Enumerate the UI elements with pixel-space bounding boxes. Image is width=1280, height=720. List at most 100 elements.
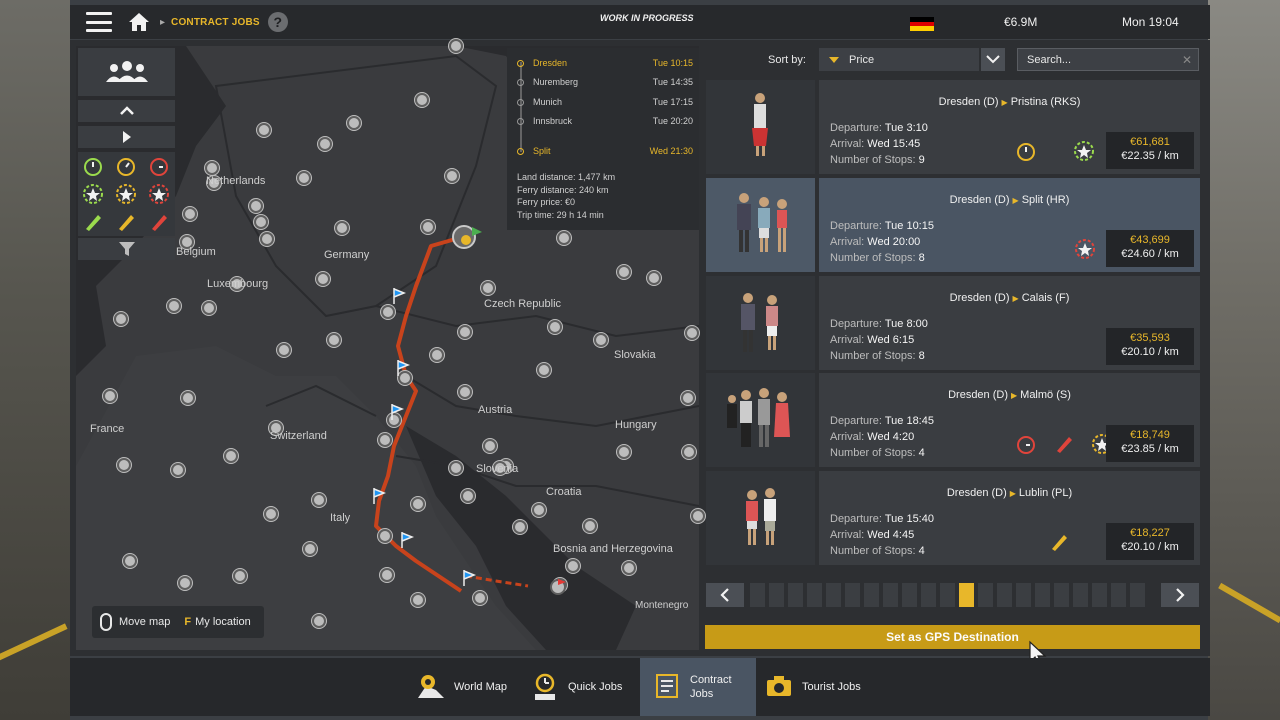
city-marker[interactable]	[181, 391, 195, 405]
page-indicator[interactable]	[845, 583, 860, 607]
company-filter-button[interactable]	[78, 48, 175, 96]
city-marker[interactable]	[303, 542, 317, 556]
city-marker[interactable]	[537, 363, 551, 377]
city-marker[interactable]	[557, 231, 571, 245]
urgent-clock-filter-icon[interactable]	[80, 154, 106, 178]
page-indicator[interactable]	[1073, 583, 1088, 607]
city-marker[interactable]	[183, 207, 197, 221]
city-marker[interactable]	[617, 265, 631, 279]
city-marker[interactable]	[114, 312, 128, 326]
breadcrumb[interactable]: CONTRACT JOBS	[171, 17, 260, 28]
city-marker[interactable]	[566, 559, 580, 573]
city-marker[interactable]	[458, 325, 472, 339]
tab-tourist-jobs[interactable]: Tourist Jobs	[764, 658, 884, 716]
job-row[interactable]: Dresden (D) ▶ Lublin (PL) Departure: Tue 1…	[706, 471, 1200, 565]
city-marker[interactable]	[682, 445, 696, 459]
filter-button[interactable]	[78, 238, 175, 260]
page-indicator[interactable]	[1130, 583, 1145, 607]
city-marker[interactable]	[347, 116, 361, 130]
city-marker[interactable]	[548, 320, 562, 334]
city-marker[interactable]	[411, 593, 425, 607]
express-clock-filter-icon[interactable]	[146, 154, 172, 178]
tab-world-map[interactable]: World Map	[416, 658, 516, 716]
city-marker[interactable]	[171, 463, 185, 477]
city-marker[interactable]	[583, 519, 597, 533]
city-marker[interactable]	[327, 333, 341, 347]
city-marker[interactable]	[381, 305, 395, 319]
fragile-green-filter-icon[interactable]	[80, 210, 106, 234]
home-icon[interactable]	[128, 12, 150, 32]
city-marker[interactable]	[481, 281, 495, 295]
job-row[interactable]: Dresden (D) ▶ Malmö (S) Departure: Tue 18:…	[706, 373, 1200, 467]
my-location-button[interactable]: My location	[195, 616, 251, 628]
city-marker[interactable]	[312, 614, 326, 628]
city-marker[interactable]	[421, 220, 435, 234]
city-marker[interactable]	[205, 161, 219, 175]
page-indicator[interactable]	[883, 583, 898, 607]
city-marker[interactable]	[103, 389, 117, 403]
fragile-red-filter-icon[interactable]	[146, 210, 172, 234]
city-marker[interactable]	[249, 199, 263, 213]
star-badge-red-filter-icon[interactable]	[146, 182, 172, 206]
page-indicator[interactable]	[864, 583, 879, 607]
city-marker[interactable]	[233, 569, 247, 583]
tab-contract-jobs[interactable]: Contract Jobs	[640, 658, 756, 716]
fragile-yellow-filter-icon[interactable]	[113, 210, 139, 234]
city-marker[interactable]	[316, 272, 330, 286]
city-marker[interactable]	[513, 520, 527, 534]
city-marker[interactable]	[260, 232, 274, 246]
city-marker[interactable]	[178, 576, 192, 590]
city-marker[interactable]	[264, 507, 278, 521]
city-marker[interactable]	[681, 391, 695, 405]
help-button[interactable]: ?	[267, 12, 288, 32]
job-row[interactable]: Dresden (D) ▶ Pristina (RKS) Departure: Tu…	[706, 80, 1200, 174]
page-indicator[interactable]	[902, 583, 917, 607]
city-marker[interactable]	[685, 326, 699, 340]
city-marker[interactable]	[622, 561, 636, 575]
page-indicator[interactable]	[1016, 583, 1031, 607]
city-marker[interactable]	[380, 568, 394, 582]
page-indicator[interactable]	[1054, 583, 1069, 607]
city-marker[interactable]	[257, 123, 271, 137]
city-marker[interactable]	[378, 529, 392, 543]
page-indicator[interactable]	[788, 583, 803, 607]
city-marker[interactable]	[430, 348, 444, 362]
page-indicator[interactable]	[1035, 583, 1050, 607]
city-marker[interactable]	[647, 271, 661, 285]
job-row-selected[interactable]: Dresden (D) ▶ Split (HR) Departure: Tue 10…	[706, 178, 1200, 272]
city-marker[interactable]	[532, 503, 546, 517]
tab-quick-jobs[interactable]: Quick Jobs	[530, 658, 640, 716]
city-marker[interactable]	[449, 461, 463, 475]
city-marker[interactable]	[445, 169, 459, 183]
city-marker[interactable]	[297, 171, 311, 185]
next-page-button[interactable]	[1161, 583, 1199, 607]
page-indicator[interactable]	[807, 583, 822, 607]
page-indicator[interactable]	[769, 583, 784, 607]
page-indicator[interactable]	[997, 583, 1012, 607]
city-marker[interactable]	[594, 333, 608, 347]
previous-page-button[interactable]	[706, 583, 744, 607]
page-indicator[interactable]	[1111, 583, 1126, 607]
menu-icon[interactable]	[86, 12, 112, 32]
city-marker[interactable]	[167, 299, 181, 313]
city-marker[interactable]	[461, 489, 475, 503]
page-indicator[interactable]	[826, 583, 841, 607]
clear-search-icon[interactable]: ✕	[1182, 53, 1192, 67]
search-input[interactable]: Search... ✕	[1017, 48, 1199, 71]
zoom-in-button[interactable]	[78, 100, 175, 122]
page-indicator[interactable]	[750, 583, 765, 607]
city-marker[interactable]	[318, 137, 332, 151]
star-badge-yellow-filter-icon[interactable]	[113, 182, 139, 206]
city-marker[interactable]	[277, 343, 291, 357]
city-marker[interactable]	[617, 445, 631, 459]
sort-dropdown-button[interactable]	[981, 48, 1005, 71]
star-badge-green-filter-icon[interactable]	[80, 182, 106, 206]
city-marker[interactable]	[473, 591, 487, 605]
city-marker[interactable]	[254, 215, 268, 229]
city-marker[interactable]	[123, 554, 137, 568]
set-gps-destination-button[interactable]: Set as GPS Destination	[705, 625, 1200, 649]
city-marker[interactable]	[202, 301, 216, 315]
city-marker[interactable]	[335, 221, 349, 235]
city-marker[interactable]	[691, 509, 705, 523]
city-marker[interactable]	[224, 449, 238, 463]
